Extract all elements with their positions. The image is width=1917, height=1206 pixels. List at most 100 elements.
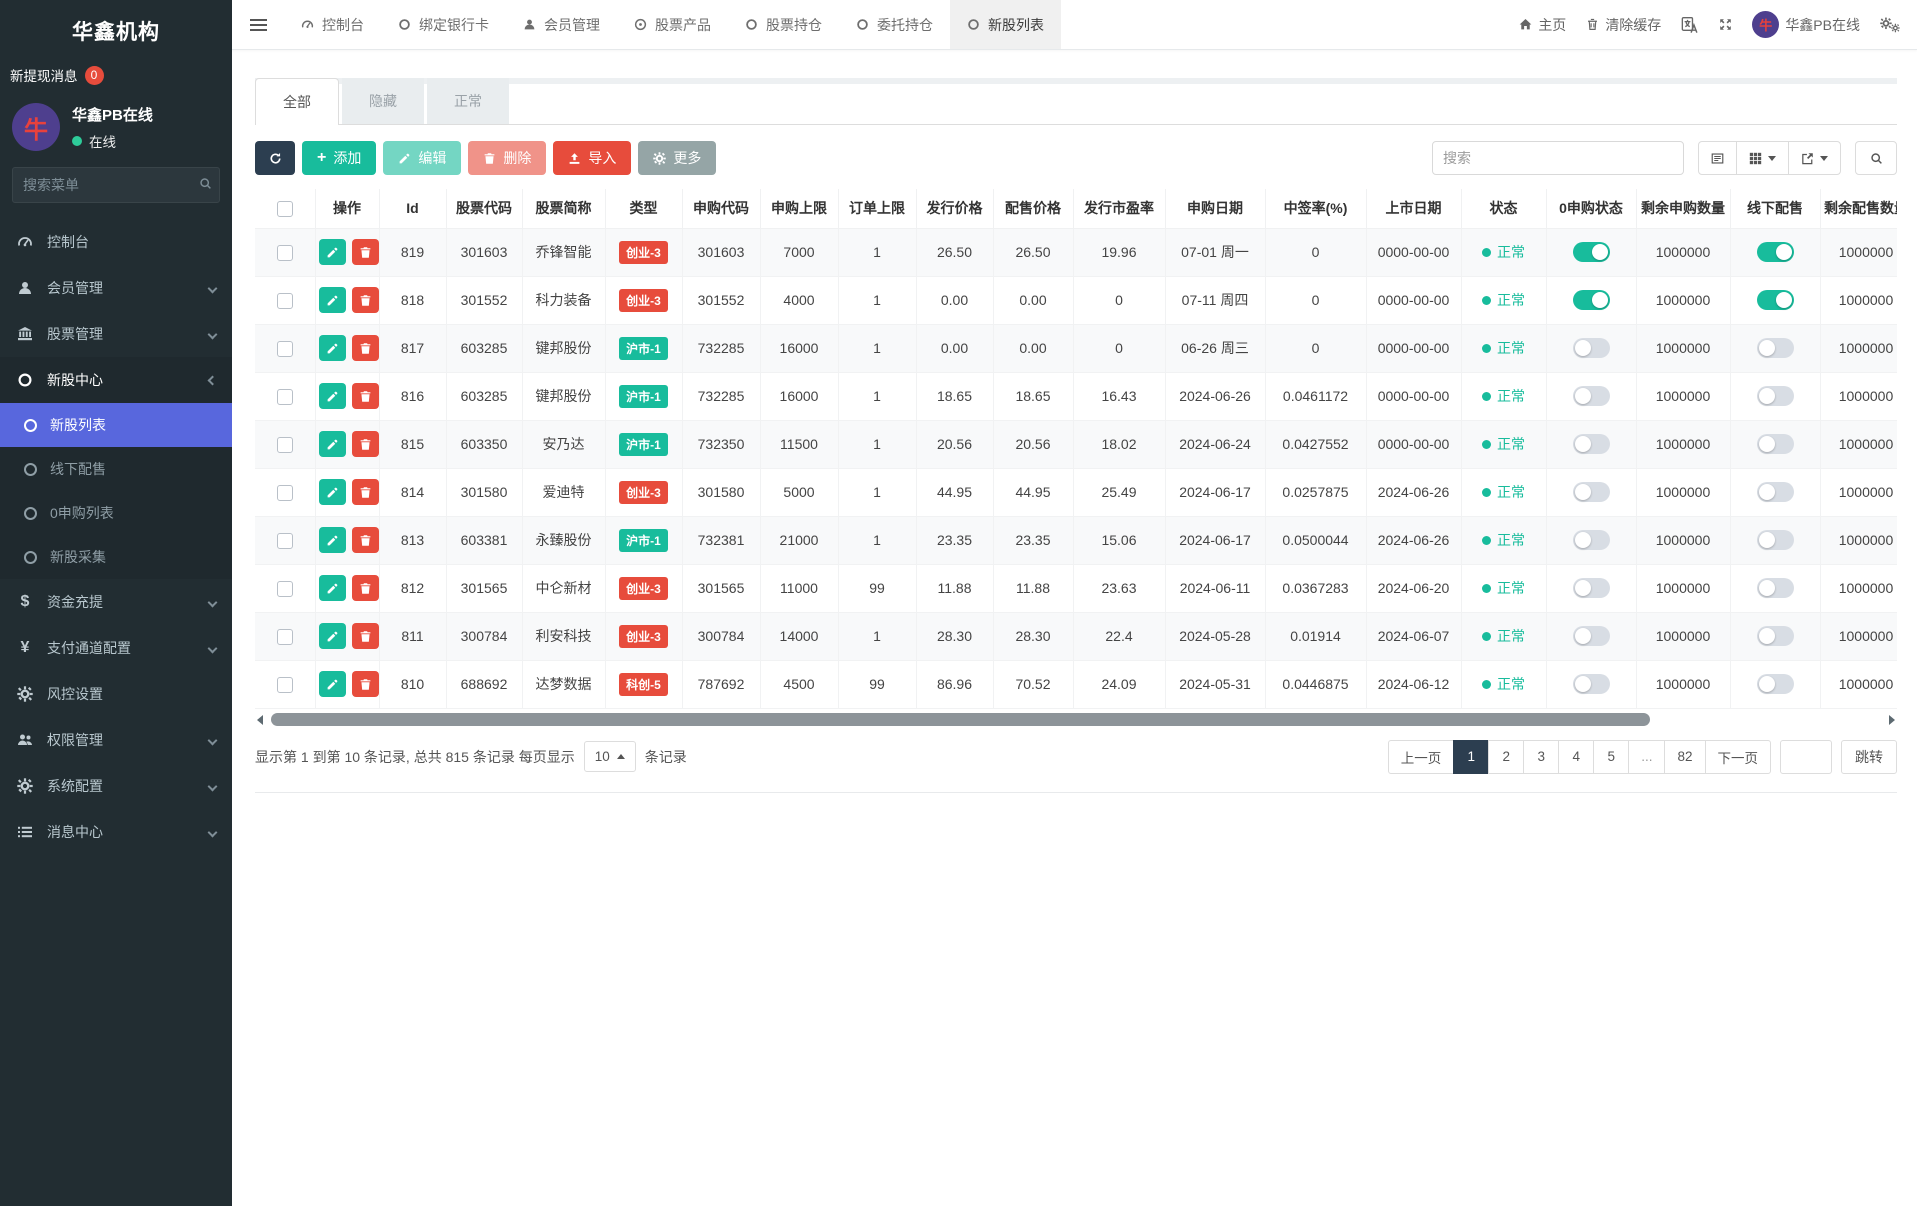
filter-tab-all[interactable]: 全部 bbox=[255, 78, 339, 125]
offline-placement-toggle[interactable] bbox=[1757, 482, 1794, 502]
sidebar-item-stocks[interactable]: 股票管理 bbox=[0, 311, 232, 357]
sidebar-item-members[interactable]: 会员管理 bbox=[0, 265, 232, 311]
row-checkbox[interactable] bbox=[277, 677, 293, 693]
delete-row-button[interactable] bbox=[352, 335, 379, 361]
page-82[interactable]: 82 bbox=[1664, 740, 1705, 774]
edit-row-button[interactable] bbox=[319, 575, 346, 601]
zero-sub-toggle[interactable] bbox=[1573, 338, 1610, 358]
clear-cache-link[interactable]: 清除缓存 bbox=[1586, 15, 1661, 35]
filter-tab-normal[interactable]: 正常 bbox=[427, 78, 509, 124]
scroll-left-icon[interactable] bbox=[257, 715, 263, 725]
zero-sub-toggle[interactable] bbox=[1573, 242, 1610, 262]
scrollbar-thumb[interactable] bbox=[271, 713, 1650, 726]
delete-row-button[interactable] bbox=[352, 383, 379, 409]
page-1[interactable]: 1 bbox=[1453, 740, 1489, 774]
search-button[interactable] bbox=[1855, 141, 1897, 175]
sidebar-item-offline-placement[interactable]: 线下配售 bbox=[0, 447, 232, 491]
export-dropdown-button[interactable] bbox=[1788, 141, 1841, 175]
edit-row-button[interactable] bbox=[319, 383, 346, 409]
zero-sub-toggle[interactable] bbox=[1573, 674, 1610, 694]
offline-placement-toggle[interactable] bbox=[1757, 242, 1794, 262]
jump-button[interactable]: 跳转 bbox=[1841, 740, 1897, 774]
offline-placement-toggle[interactable] bbox=[1757, 386, 1794, 406]
select-all-checkbox[interactable] bbox=[277, 201, 293, 217]
page-4[interactable]: 4 bbox=[1558, 740, 1594, 774]
edit-row-button[interactable] bbox=[319, 527, 346, 553]
offline-placement-toggle[interactable] bbox=[1757, 530, 1794, 550]
settings-button[interactable] bbox=[1880, 16, 1901, 34]
row-checkbox[interactable] bbox=[277, 437, 293, 453]
zero-sub-toggle[interactable] bbox=[1573, 290, 1610, 310]
sidebar-item-permissions[interactable]: 权限管理 bbox=[0, 717, 232, 763]
tab-members[interactable]: 会员管理 bbox=[506, 0, 617, 49]
edit-button[interactable]: 编辑 bbox=[383, 141, 461, 175]
delete-row-button[interactable] bbox=[352, 623, 379, 649]
delete-button[interactable]: 删除 bbox=[468, 141, 546, 175]
sidebar-search-input[interactable] bbox=[12, 167, 220, 203]
zero-sub-toggle[interactable] bbox=[1573, 530, 1610, 550]
offline-placement-toggle[interactable] bbox=[1757, 290, 1794, 310]
edit-row-button[interactable] bbox=[319, 431, 346, 457]
sidebar-item-payment-channels[interactable]: ¥支付通道配置 bbox=[0, 625, 232, 671]
offline-placement-toggle[interactable] bbox=[1757, 434, 1794, 454]
home-link[interactable]: 主页 bbox=[1519, 15, 1566, 35]
row-checkbox[interactable] bbox=[277, 293, 293, 309]
sidebar-item-risk-control[interactable]: 风控设置 bbox=[0, 671, 232, 717]
edit-row-button[interactable] bbox=[319, 479, 346, 505]
sidebar-item-zero-subscription-list[interactable]: 0申购列表 bbox=[0, 491, 232, 535]
prev-page[interactable]: 上一页 bbox=[1388, 740, 1455, 774]
add-button[interactable]: + 添加 bbox=[302, 141, 376, 175]
row-checkbox[interactable] bbox=[277, 629, 293, 645]
sidebar-item-ipo-center[interactable]: 新股中心 bbox=[0, 357, 232, 403]
columns-dropdown-button[interactable] bbox=[1736, 141, 1789, 175]
sidebar-item-funds[interactable]: $资金充提 bbox=[0, 579, 232, 625]
offline-placement-toggle[interactable] bbox=[1757, 626, 1794, 646]
edit-row-button[interactable] bbox=[319, 623, 346, 649]
row-checkbox[interactable] bbox=[277, 581, 293, 597]
edit-row-button[interactable] bbox=[319, 287, 346, 313]
page-3[interactable]: 3 bbox=[1523, 740, 1559, 774]
table-search-input[interactable] bbox=[1432, 141, 1684, 175]
delete-row-button[interactable] bbox=[352, 287, 379, 313]
edit-row-button[interactable] bbox=[319, 335, 346, 361]
row-checkbox[interactable] bbox=[277, 245, 293, 261]
jump-page-input[interactable] bbox=[1780, 740, 1832, 774]
refresh-button[interactable] bbox=[255, 141, 295, 175]
zero-sub-toggle[interactable] bbox=[1573, 482, 1610, 502]
card-view-button[interactable] bbox=[1698, 141, 1737, 175]
edit-row-button[interactable] bbox=[319, 671, 346, 697]
language-button[interactable] bbox=[1681, 16, 1699, 34]
tab-stock-products[interactable]: 股票产品 bbox=[617, 0, 728, 49]
zero-sub-toggle[interactable] bbox=[1573, 578, 1610, 598]
user-menu[interactable]: 牛 华鑫PB在线 bbox=[1752, 11, 1860, 38]
sidebar-item-ipo-list[interactable]: 新股列表 bbox=[0, 403, 232, 447]
import-button[interactable]: 导入 bbox=[553, 141, 631, 175]
tab-entrust-positions[interactable]: 委托持仓 bbox=[839, 0, 950, 49]
delete-row-button[interactable] bbox=[352, 527, 379, 553]
tab-ipo-list[interactable]: 新股列表 bbox=[950, 0, 1061, 49]
sidebar-item-message-center[interactable]: 消息中心 bbox=[0, 809, 232, 855]
page-5[interactable]: 5 bbox=[1593, 740, 1629, 774]
sidebar-item-ipo-collect[interactable]: 新股采集 bbox=[0, 535, 232, 579]
offline-placement-toggle[interactable] bbox=[1757, 338, 1794, 358]
page-2[interactable]: 2 bbox=[1488, 740, 1524, 774]
delete-row-button[interactable] bbox=[352, 575, 379, 601]
delete-row-button[interactable] bbox=[352, 239, 379, 265]
withdraw-notice-link[interactable]: 新提现消息 0 bbox=[0, 58, 232, 95]
tab-dashboard[interactable]: 控制台 bbox=[284, 0, 381, 49]
scroll-right-icon[interactable] bbox=[1889, 715, 1895, 725]
page-size-dropdown[interactable]: 10 bbox=[584, 741, 636, 772]
menu-toggle-icon[interactable] bbox=[232, 0, 284, 49]
zero-sub-toggle[interactable] bbox=[1573, 434, 1610, 454]
filter-tab-hidden[interactable]: 隐藏 bbox=[342, 78, 424, 124]
zero-sub-toggle[interactable] bbox=[1573, 386, 1610, 406]
offline-placement-toggle[interactable] bbox=[1757, 674, 1794, 694]
delete-row-button[interactable] bbox=[352, 431, 379, 457]
offline-placement-toggle[interactable] bbox=[1757, 578, 1794, 598]
next-page[interactable]: 下一页 bbox=[1705, 740, 1772, 774]
zero-sub-toggle[interactable] bbox=[1573, 626, 1610, 646]
more-button[interactable]: 更多 bbox=[638, 141, 716, 175]
delete-row-button[interactable] bbox=[352, 671, 379, 697]
row-checkbox[interactable] bbox=[277, 341, 293, 357]
edit-row-button[interactable] bbox=[319, 239, 346, 265]
